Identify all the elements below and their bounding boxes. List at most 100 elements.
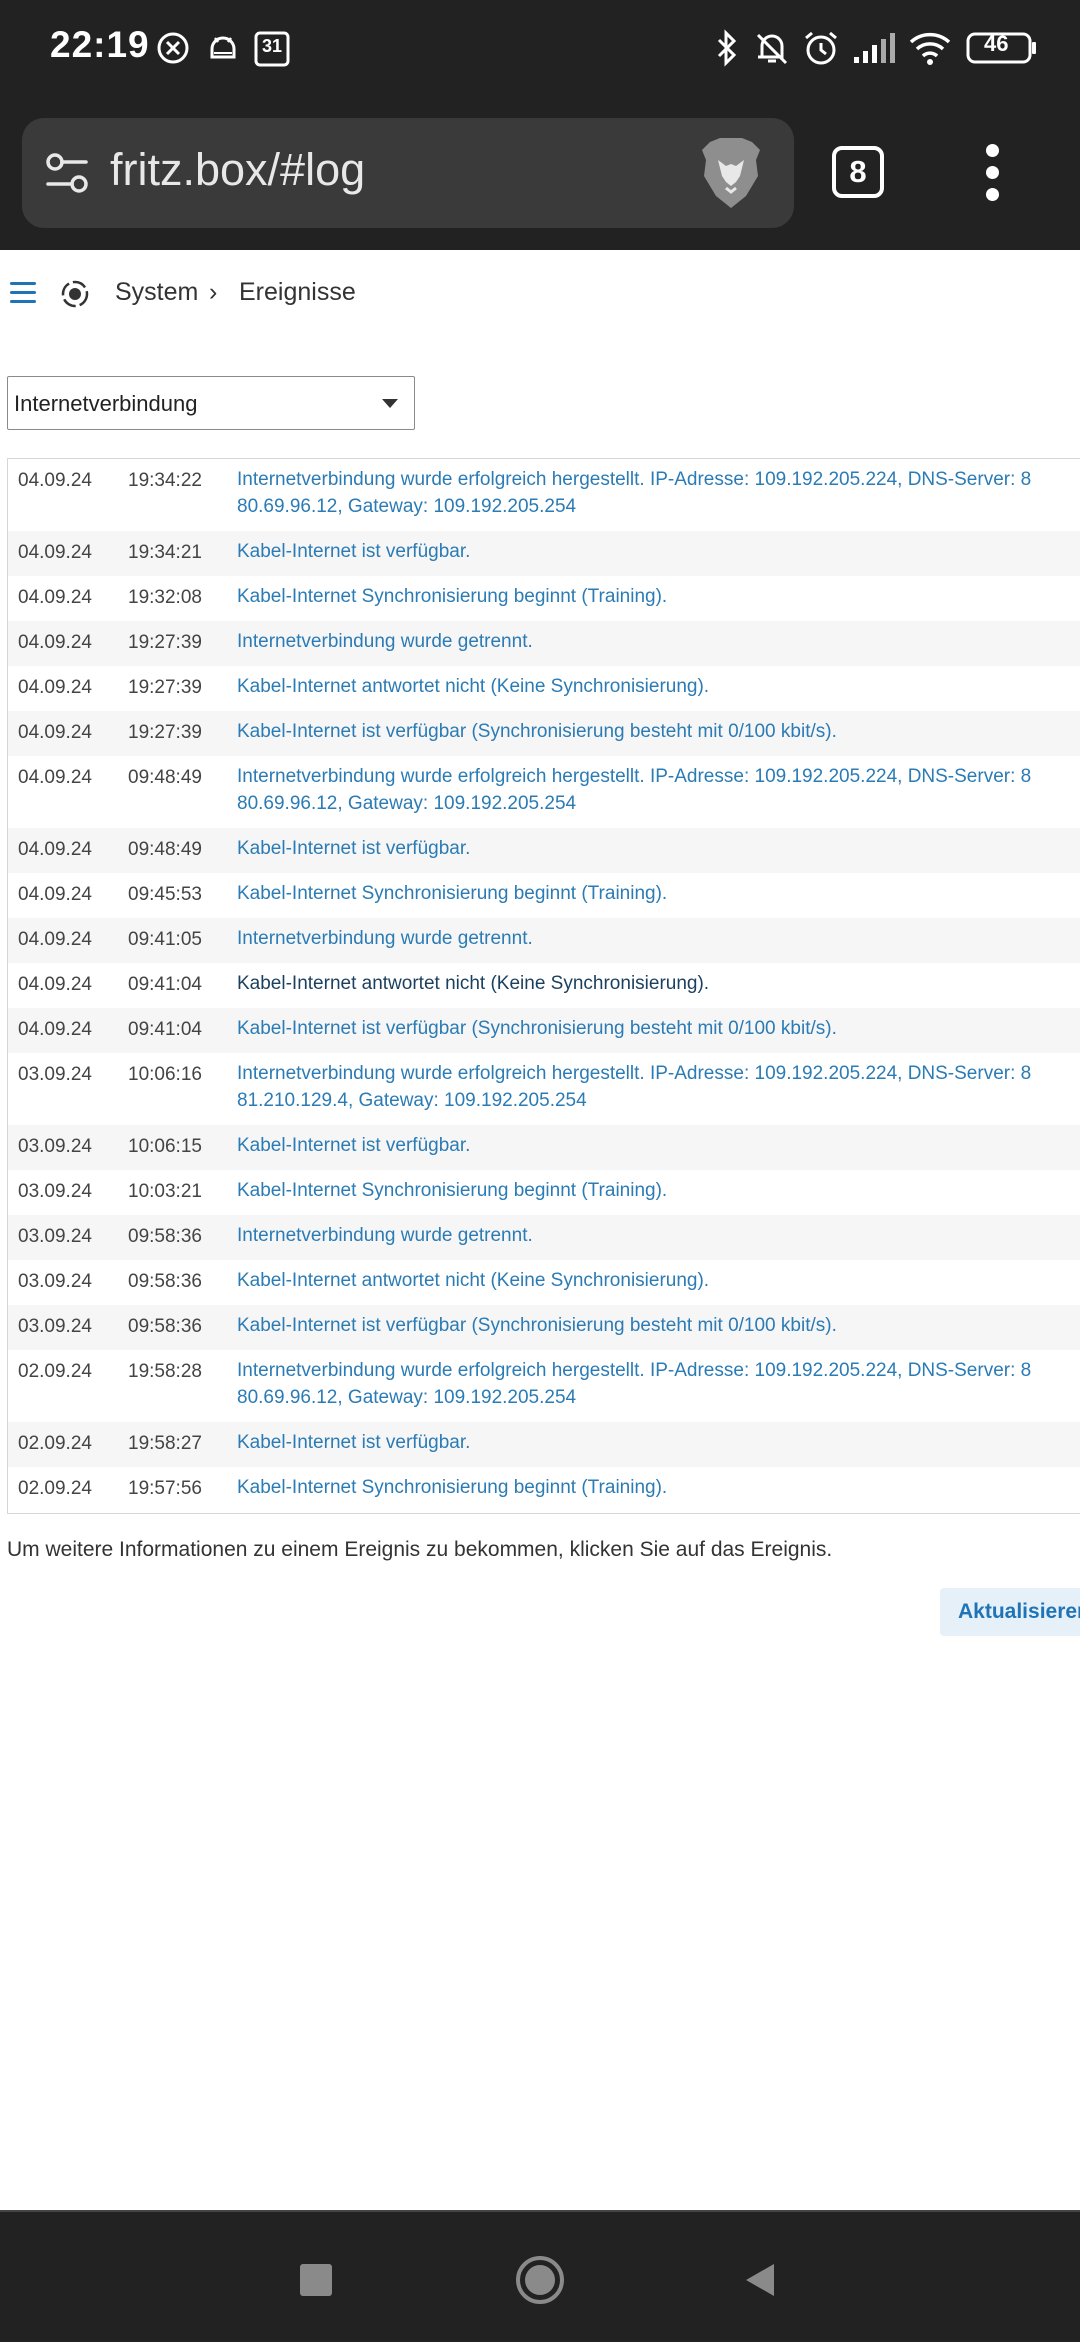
log-time: 19:57:56	[128, 1478, 202, 1499]
log-time: 10:06:16	[128, 1064, 202, 1085]
log-date: 03.09.24	[18, 1226, 92, 1247]
recents-button[interactable]	[300, 2264, 332, 2296]
log-date: 04.09.24	[18, 587, 92, 608]
breadcrumb: System › Ereignisse	[0, 250, 1080, 336]
table-row[interactable]: 03.09.24 09:58:36 Kabel-Internet antwortet…	[8, 1260, 1080, 1305]
overflow-menu-icon[interactable]	[978, 144, 1008, 202]
address-bar[interactable]: fritz.box/#log	[22, 118, 794, 228]
event-log-table: 04.09.24 19:34:22 Internetverbindung wurde…	[7, 458, 1080, 1514]
hamburger-menu-icon[interactable]	[10, 282, 36, 304]
table-row[interactable]: 03.09.24 10:06:15 Kabel-Internet ist verfü…	[8, 1125, 1080, 1170]
table-row[interactable]: 04.09.24 09:41:04 Kabel-Internet ist verfü…	[8, 1008, 1080, 1053]
status-time: 22:19	[50, 24, 150, 65]
log-message-line: Internetverbindung wurde getrennt.	[237, 928, 533, 949]
caret-down-icon	[382, 399, 398, 408]
log-message[interactable]: Kabel-Internet ist verfügbar (Synchronis…	[237, 1312, 1080, 1339]
log-message[interactable]: Internetverbindung wurde erfolgreich her…	[237, 1060, 1080, 1114]
table-row[interactable]: 03.09.24 10:03:21 Kabel-Internet Synchroni…	[8, 1170, 1080, 1215]
url-text[interactable]: fritz.box/#log	[110, 144, 365, 196]
table-row[interactable]: 04.09.24 19:27:39 Internetverbindung wurde…	[8, 621, 1080, 666]
table-row[interactable]: 04.09.24 19:34:22 Internetverbindung wurde…	[8, 459, 1080, 531]
back-button[interactable]	[740, 2260, 780, 2300]
table-row[interactable]: 02.09.24 19:58:28 Internetverbindung wurde…	[8, 1350, 1080, 1422]
table-row[interactable]: 04.09.24 09:41:05 Internetverbindung wurde…	[8, 918, 1080, 963]
log-message-line: Internetverbindung wurde getrennt.	[237, 1225, 533, 1246]
log-message-line: Kabel-Internet Synchronisierung beginnt …	[237, 883, 668, 904]
browser-toolbar: fritz.box/#log 8	[0, 96, 1080, 250]
log-message[interactable]: Kabel-Internet antwortet nicht (Keine Sy…	[237, 970, 1080, 997]
breadcrumb-system-link[interactable]: System	[115, 278, 198, 307]
log-time: 19:58:27	[128, 1433, 202, 1454]
table-row[interactable]: 04.09.24 19:27:39 Kabel-Internet antwortet…	[8, 666, 1080, 711]
log-message-line-2: 80.69.96.12, Gateway: 109.192.205.254	[237, 496, 577, 517]
event-filter-select[interactable]: Internetverbindung	[7, 376, 415, 430]
log-message[interactable]: Kabel-Internet ist verfügbar.	[237, 1429, 1080, 1456]
refresh-button[interactable]: Aktualisieren	[940, 1588, 1080, 1636]
log-message[interactable]: Kabel-Internet ist verfügbar.	[237, 538, 1080, 565]
table-row[interactable]: 04.09.24 19:34:21 Kabel-Internet ist verfü…	[8, 531, 1080, 576]
table-row[interactable]: 04.09.24 09:48:49 Internetverbindung wurde…	[8, 756, 1080, 828]
log-message[interactable]: Kabel-Internet antwortet nicht (Keine Sy…	[237, 673, 1080, 700]
log-time: 09:41:04	[128, 974, 202, 995]
log-date: 04.09.24	[18, 767, 92, 788]
log-message[interactable]: Internetverbindung wurde getrennt.	[237, 1222, 1080, 1249]
log-message[interactable]: Kabel-Internet ist verfügbar (Synchronis…	[237, 718, 1080, 745]
alarm-icon	[802, 26, 840, 70]
table-row[interactable]: 03.09.24 09:58:36 Internetverbindung wurde…	[8, 1215, 1080, 1260]
log-message-line: Kabel-Internet ist verfügbar.	[237, 1432, 471, 1453]
log-date: 03.09.24	[18, 1136, 92, 1157]
table-row[interactable]: 02.09.24 19:57:56 Kabel-Internet Synchroni…	[8, 1467, 1080, 1512]
signal-icon	[852, 26, 896, 70]
log-time: 19:27:39	[128, 677, 202, 698]
table-row[interactable]: 03.09.24 09:58:36 Kabel-Internet ist verfü…	[8, 1305, 1080, 1350]
site-settings-icon[interactable]	[42, 148, 92, 198]
mute-icon	[752, 26, 792, 70]
log-time: 19:34:21	[128, 542, 202, 563]
log-message[interactable]: Kabel-Internet ist verfügbar (Synchronis…	[237, 1015, 1080, 1042]
log-message[interactable]: Kabel-Internet Synchronisierung beginnt …	[237, 1177, 1080, 1204]
log-message[interactable]: Internetverbindung wurde erfolgreich her…	[237, 1357, 1080, 1411]
log-message-line-2: 81.210.129.4, Gateway: 109.192.205.254	[237, 1090, 587, 1111]
log-time: 19:34:22	[128, 470, 202, 491]
log-message-line: Kabel-Internet ist verfügbar.	[237, 838, 471, 859]
table-row[interactable]: 04.09.24 09:48:49 Kabel-Internet ist verfü…	[8, 828, 1080, 873]
tab-switcher-button[interactable]: 8	[832, 146, 884, 198]
log-message[interactable]: Internetverbindung wurde erfolgreich her…	[237, 763, 1080, 817]
log-message[interactable]: Internetverbindung wurde erfolgreich her…	[237, 466, 1080, 520]
log-message-line: Internetverbindung wurde erfolgreich her…	[237, 1360, 1032, 1381]
table-row[interactable]: 04.09.24 19:32:08 Kabel-Internet Synchroni…	[8, 576, 1080, 621]
log-date: 03.09.24	[18, 1181, 92, 1202]
log-message[interactable]: Kabel-Internet Synchronisierung beginnt …	[237, 880, 1080, 907]
table-row[interactable]: 04.09.24 09:41:04 Kabel-Internet antwortet…	[8, 963, 1080, 1008]
log-time: 19:32:08	[128, 587, 202, 608]
log-date: 03.09.24	[18, 1316, 92, 1337]
log-message[interactable]: Kabel-Internet antwortet nicht (Keine Sy…	[237, 1267, 1080, 1294]
log-date: 04.09.24	[18, 974, 92, 995]
log-message[interactable]: Kabel-Internet Synchronisierung beginnt …	[237, 1474, 1080, 1501]
log-time: 09:48:49	[128, 839, 202, 860]
table-row[interactable]: 04.09.24 19:27:39 Kabel-Internet ist verfü…	[8, 711, 1080, 756]
bluetooth-icon	[712, 26, 742, 70]
log-message-line: Kabel-Internet antwortet nicht (Keine Sy…	[237, 973, 710, 994]
log-message-line: Internetverbindung wurde erfolgreich her…	[237, 766, 1032, 787]
log-time: 19:27:39	[128, 632, 202, 653]
log-date: 04.09.24	[18, 839, 92, 860]
log-time: 09:41:05	[128, 929, 202, 950]
log-message[interactable]: Internetverbindung wurde getrennt.	[237, 628, 1080, 655]
log-date: 04.09.24	[18, 929, 92, 950]
brave-shields-icon[interactable]	[696, 136, 766, 210]
log-message[interactable]: Kabel-Internet ist verfügbar.	[237, 1132, 1080, 1159]
log-time: 10:03:21	[128, 1181, 202, 1202]
info-hint: Um weitere Informationen zu einem Ereign…	[7, 1538, 833, 1561]
battery-level: 46	[984, 31, 1009, 56]
log-message[interactable]: Kabel-Internet Synchronisierung beginnt …	[237, 583, 1080, 610]
table-row[interactable]: 03.09.24 10:06:16 Internetverbindung wurde…	[8, 1053, 1080, 1125]
table-row[interactable]: 04.09.24 09:45:53 Kabel-Internet Synchroni…	[8, 873, 1080, 918]
calendar-day: 31	[262, 36, 283, 56]
log-message-line: Kabel-Internet ist verfügbar (Synchronis…	[237, 1315, 837, 1336]
table-row[interactable]: 02.09.24 19:58:27 Kabel-Internet ist verfü…	[8, 1422, 1080, 1467]
home-button[interactable]	[514, 2254, 566, 2306]
log-message[interactable]: Internetverbindung wurde getrennt.	[237, 925, 1080, 952]
log-date: 04.09.24	[18, 542, 92, 563]
log-message[interactable]: Kabel-Internet ist verfügbar.	[237, 835, 1080, 862]
